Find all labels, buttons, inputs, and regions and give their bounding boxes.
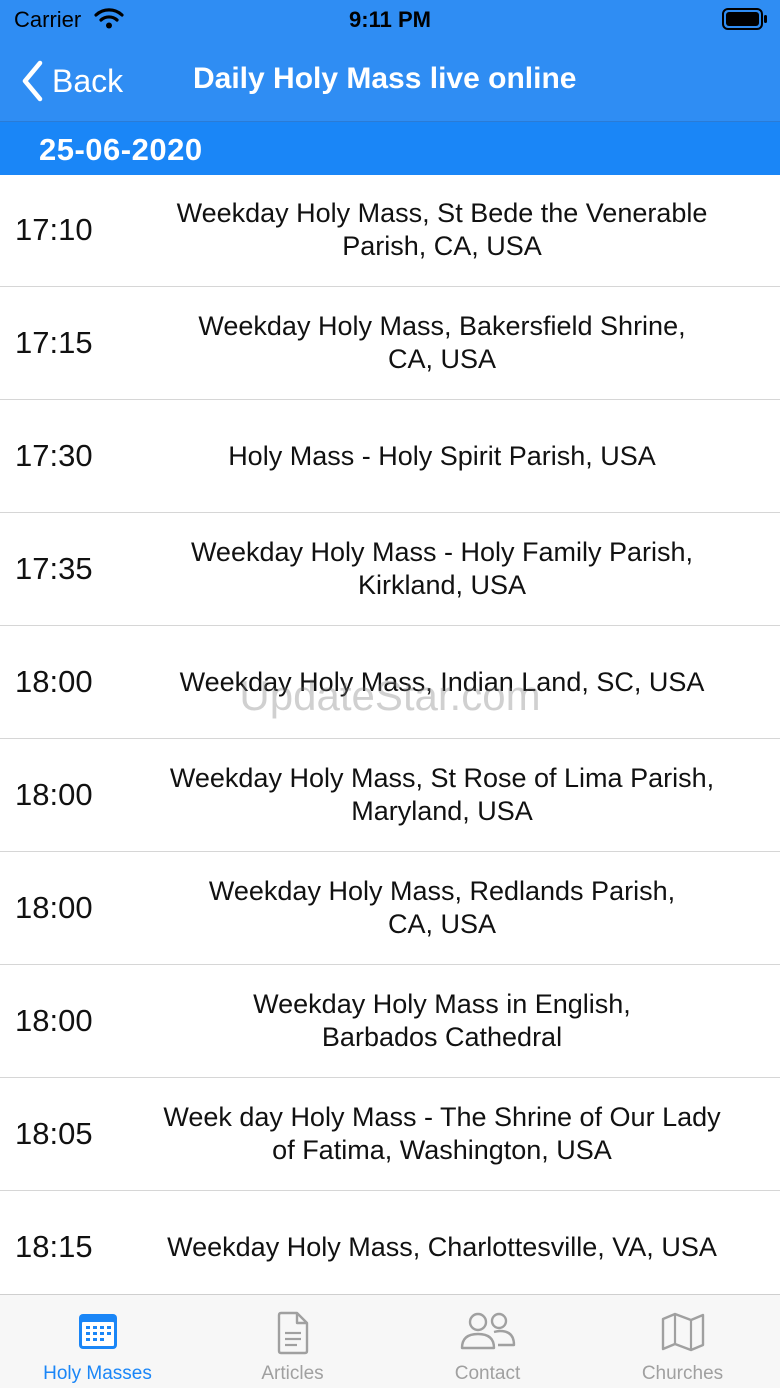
mass-row[interactable]: 18:00 Weekday Holy Mass, St Rose of Lima… <box>0 739 780 852</box>
mass-title: Weekday Holy Mass, Charlottesville, VA, … <box>124 1231 760 1264</box>
mass-title-line: Maryland, USA <box>351 796 533 826</box>
mass-row[interactable]: 17:10 Weekday Holy Mass, St Bede the Ven… <box>0 174 780 287</box>
mass-row[interactable]: 17:35 Weekday Holy Mass - Holy Family Pa… <box>0 513 780 626</box>
status-bar: Carrier 9:11 PM <box>0 0 780 40</box>
mass-title: Weekday Holy Mass, Redlands Parish, CA, U… <box>124 875 760 941</box>
mass-title: Week day Holy Mass - The Shrine of Our L… <box>124 1101 760 1167</box>
back-label: Back <box>52 62 124 99</box>
mass-title-line: CA, USA <box>387 344 497 374</box>
mass-title: Weekday Holy Mass, St Bede the Venerable… <box>124 197 760 263</box>
mass-row[interactable]: 18:15 Weekday Holy Mass, Charlottesville… <box>0 1191 780 1304</box>
mass-title-line: Weekday Holy Mass in English, <box>253 989 631 1019</box>
mass-list: 17:10 Weekday Holy Mass, St Bede the Ven… <box>0 174 780 1304</box>
mass-title: Weekday Holy Mass in English, Barbados Ca… <box>124 988 760 1054</box>
tab-label: Contact <box>454 1363 521 1384</box>
mass-title: Holy Mass - Holy Spirit Parish, USA <box>124 440 760 473</box>
mass-title-line: Holy Mass - Holy Spirit Parish, USA <box>228 440 656 471</box>
map-icon <box>661 1312 704 1352</box>
mass-row[interactable]: 17:15 Weekday Holy Mass, Bakersfield Shr… <box>0 287 780 400</box>
back-button[interactable]: Back <box>20 56 123 106</box>
tab-contact[interactable]: Contact <box>390 1295 585 1388</box>
status-time: 9:11 PM <box>349 7 431 32</box>
mass-time: 18:15 <box>15 1229 93 1264</box>
page-title: Daily Holy Mass live online <box>193 62 577 95</box>
mass-time: 18:00 <box>15 1003 93 1038</box>
mass-row[interactable]: 18:00 Weekday Holy Mass, Indian Land, SC… <box>0 626 780 739</box>
date-label: 25-06-2020 <box>39 132 203 167</box>
mass-time: 18:00 <box>15 890 93 925</box>
tab-label: Articles <box>261 1363 324 1384</box>
mass-time: 17:30 <box>15 438 93 473</box>
mass-row[interactable]: 17:30 Holy Mass - Holy Spirit Parish, US… <box>0 400 780 513</box>
mass-title: Weekday Holy Mass, Bakersfield Shrine, CA… <box>124 310 760 376</box>
mass-title-line: Parish, CA, USA <box>342 231 542 261</box>
tab-label: Holy Masses <box>43 1363 152 1384</box>
tab-bar: Holy Masses Articles Contact Churches <box>0 1294 780 1388</box>
date-header: 25-06-2020 <box>0 121 780 175</box>
mass-time: 17:35 <box>15 551 93 586</box>
mass-row[interactable]: 18:05 Week day Holy Mass - The Shrine of… <box>0 1078 780 1191</box>
mass-title-line: Week day Holy Mass - The Shrine of Our L… <box>163 1102 721 1132</box>
mass-title-line: Weekday Holy Mass, Charlottesville, VA, … <box>167 1231 717 1262</box>
tab-churches[interactable]: Churches <box>585 1295 780 1388</box>
mass-title-line: CA, USA <box>387 909 497 939</box>
mass-time: 18:05 <box>15 1116 93 1151</box>
people-icon <box>460 1312 515 1350</box>
mass-title-line: Weekday Holy Mass, Bakersfield Shrine, <box>198 311 686 341</box>
mass-row[interactable]: 18:00 Weekday Holy Mass, Redlands Parish… <box>0 852 780 965</box>
battery-icon <box>722 8 767 30</box>
mass-title-line: of Fatima, Washington, USA <box>272 1135 612 1165</box>
navigation-bar: Back Daily Holy Mass live online <box>0 40 780 121</box>
mass-title-line: Weekday Holy Mass - Holy Family Parish, <box>190 537 694 567</box>
tab-holy-masses[interactable]: Holy Masses <box>0 1295 195 1388</box>
document-icon <box>277 1311 308 1355</box>
mass-time: 17:15 <box>15 325 93 360</box>
mass-title-line: Kirkland, USA <box>357 570 527 600</box>
mass-time: 18:00 <box>15 664 93 699</box>
tab-label: Churches <box>641 1363 724 1384</box>
chevron-left-icon <box>22 60 43 102</box>
mass-title-line: Weekday Holy Mass, Redlands Parish, <box>208 876 676 906</box>
mass-title-line: Weekday Holy Mass, St Rose of Lima Paris… <box>169 763 715 793</box>
mass-row[interactable]: 18:00 Weekday Holy Mass in English, Barba… <box>0 965 780 1078</box>
calendar-icon <box>78 1314 117 1349</box>
mass-title: Weekday Holy Mass, St Rose of Lima Paris… <box>124 762 760 828</box>
mass-title-line: Weekday Holy Mass, Indian Land, SC, USA <box>179 666 705 697</box>
mass-time: 18:00 <box>15 777 93 812</box>
mass-title: Weekday Holy Mass, Indian Land, SC, USA <box>124 666 760 699</box>
mass-title-line: Barbados Cathedral <box>321 1022 563 1052</box>
tab-articles[interactable]: Articles <box>195 1295 390 1388</box>
mass-title: Weekday Holy Mass - Holy Family Parish, K… <box>124 536 760 602</box>
mass-time: 17:10 <box>15 212 93 247</box>
mass-title-line: Weekday Holy Mass, St Bede the Venerable <box>176 198 708 228</box>
